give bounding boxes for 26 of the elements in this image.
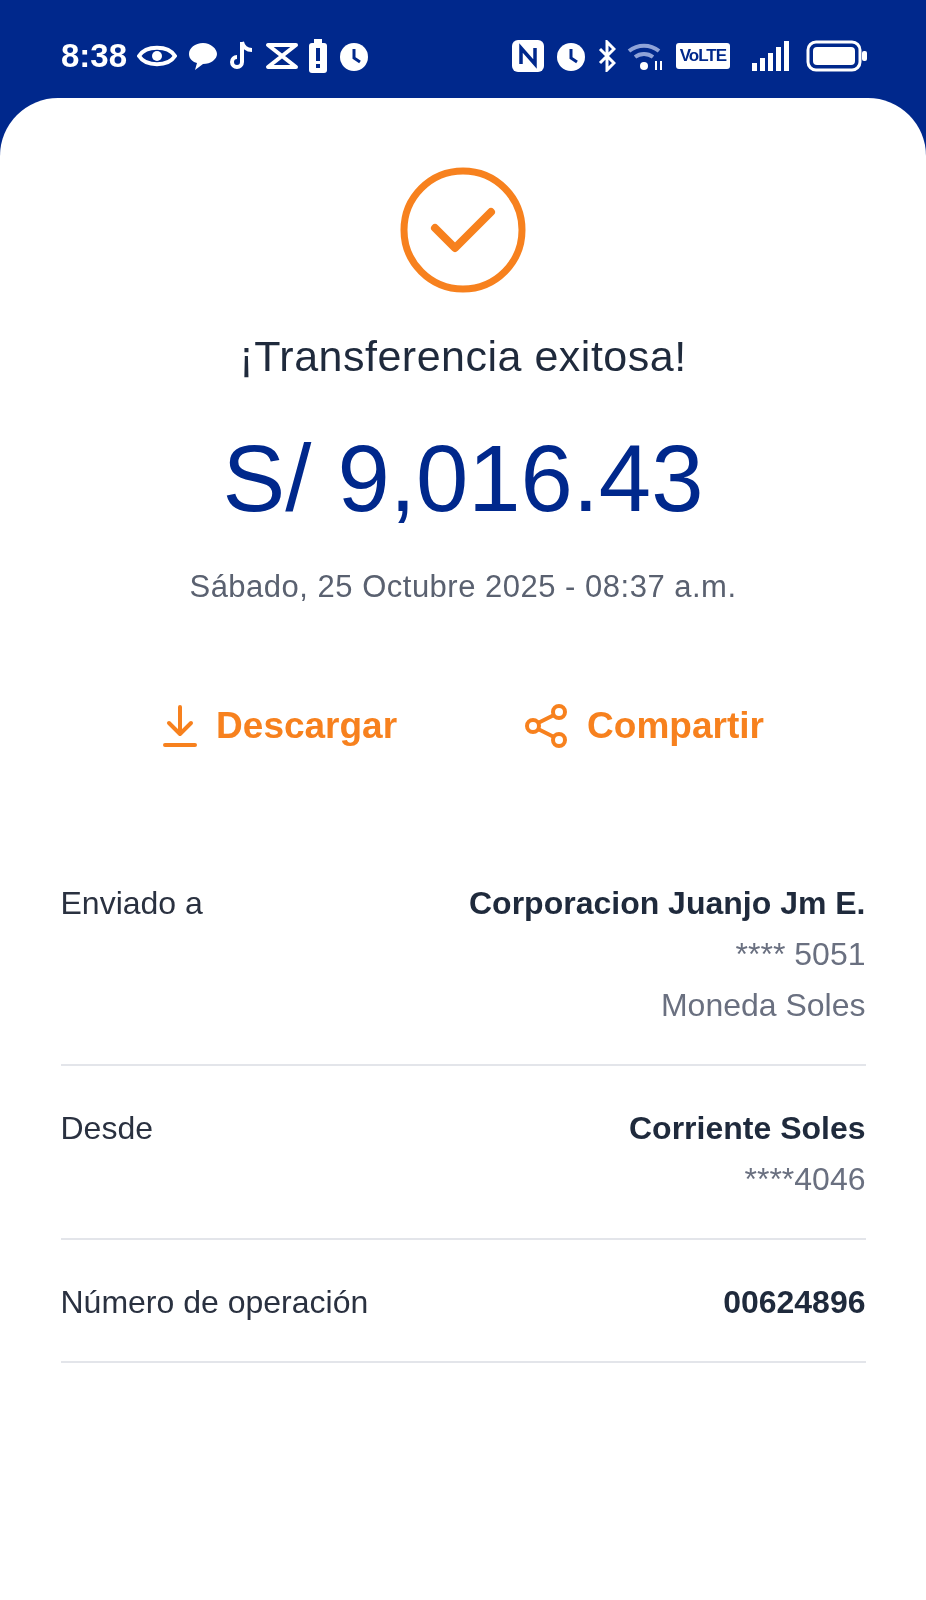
- volte-badge: VoLTE: [675, 43, 730, 69]
- transfer-date: Sábado, 25 Octubre 2025 - 08:37 a.m.: [189, 569, 737, 605]
- battery-icon: [806, 40, 868, 72]
- share-icon: [523, 703, 570, 749]
- eye-icon: [137, 43, 178, 69]
- share-button[interactable]: Compartir: [523, 703, 764, 749]
- nfc-icon: [511, 40, 544, 72]
- detail-value: Moneda Soles: [660, 987, 866, 1024]
- detail-value: ****4046: [744, 1161, 866, 1198]
- detail-value: 00624896: [723, 1284, 866, 1321]
- detail-label: Número de operación: [60, 1284, 369, 1321]
- detail-value: Corporacion Juanjo Jm E.: [469, 885, 866, 922]
- detail-label: Enviado a: [60, 885, 203, 923]
- download-button[interactable]: Descargar: [162, 703, 398, 749]
- success-check-icon: [399, 166, 527, 294]
- amount: S/ 9,016.43: [222, 425, 704, 533]
- detail-label: Desde: [60, 1110, 153, 1148]
- status-time: 8:38: [61, 37, 128, 75]
- success-title: ¡Transferencia exitosa!: [239, 332, 687, 381]
- detail-value: **** 5051: [735, 936, 866, 973]
- detail-value: Corriente Soles: [629, 1110, 866, 1147]
- bluetooth-icon: [597, 40, 616, 72]
- download-icon: [162, 704, 199, 748]
- chat-icon: [187, 40, 220, 72]
- battery-alert-icon: [309, 39, 328, 73]
- signal-icon: [752, 41, 790, 71]
